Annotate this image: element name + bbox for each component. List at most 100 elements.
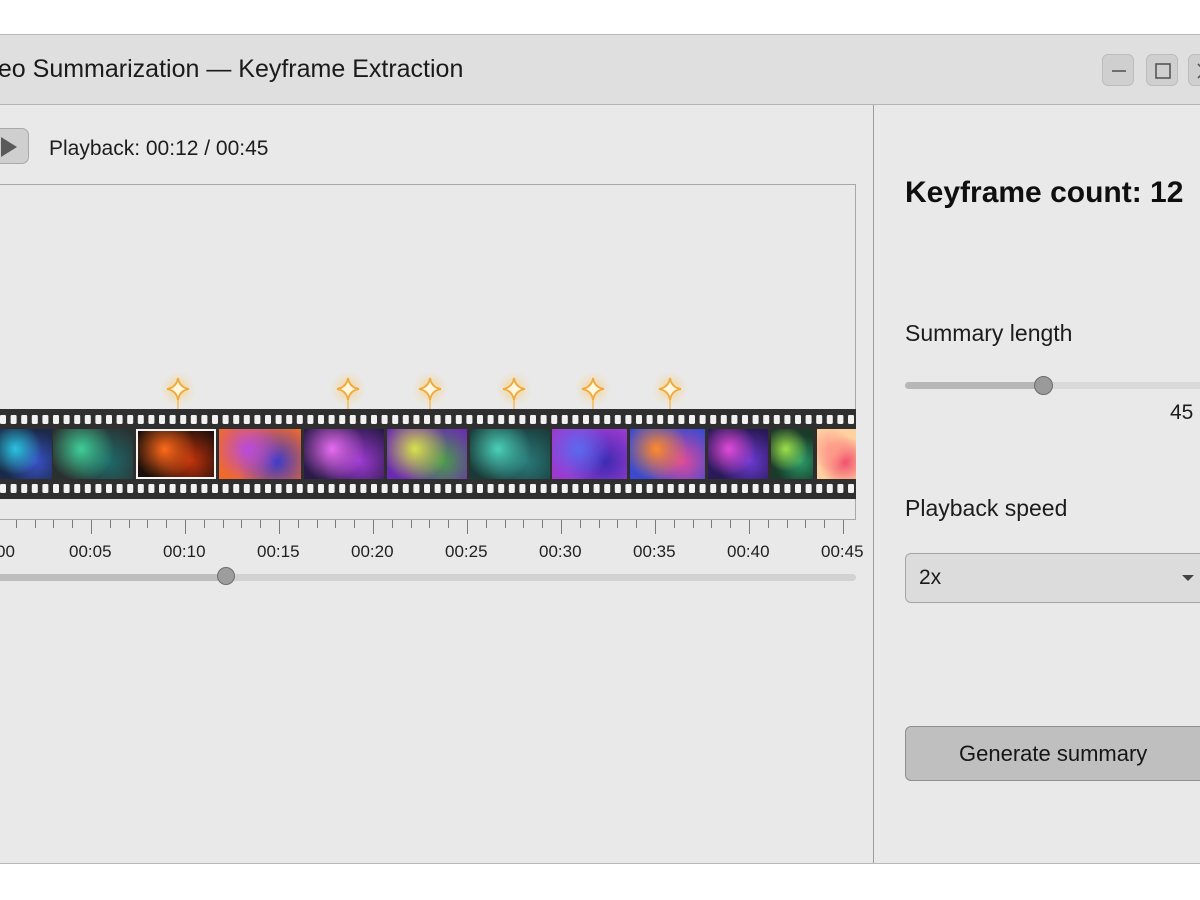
- film-perforation: [63, 415, 70, 424]
- timeline-tick-label: 00:45: [821, 542, 864, 561]
- pane-divider: [873, 105, 874, 863]
- film-perforation: [561, 484, 568, 493]
- frame-thumbnail[interactable]: [552, 429, 627, 479]
- film-perforation: [328, 484, 335, 493]
- film-perforation: [614, 415, 621, 424]
- keyframe-marker[interactable]: [575, 371, 611, 410]
- frame-thumbnail[interactable]: [817, 429, 856, 479]
- timeline-tick: [786, 520, 788, 528]
- film-perforation: [689, 484, 695, 493]
- frame-thumbnail[interactable]: [219, 429, 301, 479]
- film-perforation: [95, 415, 102, 424]
- film-perforation: [180, 484, 187, 493]
- timeline-tick: [598, 520, 600, 528]
- film-perforation: [657, 415, 664, 424]
- film-perforation: [434, 415, 441, 424]
- timeline-tick: [749, 520, 750, 534]
- keyframe-marker[interactable]: [160, 371, 196, 410]
- film-perforations-bottom: [0, 484, 854, 493]
- timeline-tick: [109, 520, 111, 528]
- film-perforation: [233, 415, 240, 424]
- summary-length-label: Summary length: [905, 320, 1073, 346]
- frame-thumbnail[interactable]: [53, 429, 133, 479]
- film-perforation: [106, 484, 112, 493]
- film-perforation: [487, 484, 494, 493]
- film-perforation: [116, 415, 123, 424]
- summary-length-handle[interactable]: [1033, 376, 1053, 395]
- timeline-tick-label: 00: [0, 542, 15, 561]
- film-perforation: [296, 415, 303, 424]
- film-perforation: [445, 484, 452, 493]
- film-perforation: [169, 484, 176, 493]
- film-perforation: [477, 484, 483, 493]
- timeline-tick: [485, 520, 487, 528]
- timeline-tick: [222, 520, 224, 528]
- film-perforation: [392, 484, 399, 493]
- film-perforation: [392, 415, 399, 424]
- film-perforation: [763, 484, 770, 493]
- keyframe-marker[interactable]: [652, 371, 688, 410]
- timeline-tick: [316, 520, 318, 528]
- timeline-tick: [260, 520, 262, 528]
- close-button[interactable]: [1188, 54, 1200, 86]
- film-perforation: [434, 484, 441, 493]
- frame-thumbnail[interactable]: [387, 429, 467, 479]
- film-perforation: [53, 484, 59, 493]
- film-perforation: [784, 415, 791, 424]
- film-perforation: [424, 415, 430, 424]
- frame-thumbnail[interactable]: [0, 429, 52, 479]
- film-strip[interactable]: [0, 409, 856, 499]
- film-perforation: [795, 484, 801, 493]
- summary-length-value: 45: [1170, 401, 1194, 424]
- film-perforation: [137, 415, 144, 424]
- film-perforation: [53, 415, 59, 424]
- film-perforation: [773, 415, 780, 424]
- film-perforation: [667, 415, 674, 424]
- frame-thumbnail[interactable]: [470, 429, 550, 479]
- film-perforation: [752, 484, 759, 493]
- film-perforation: [731, 484, 738, 493]
- play-icon: [1, 137, 17, 157]
- film-perforation: [519, 415, 526, 424]
- film-perforation: [593, 415, 600, 424]
- frame-thumbnail[interactable]: [771, 429, 813, 479]
- play-button[interactable]: [0, 128, 29, 164]
- timeline-tick-label: 00:10: [163, 542, 206, 561]
- film-perforation: [0, 484, 6, 493]
- keyframe-marker[interactable]: [330, 371, 366, 410]
- frame-thumbnail[interactable]: [708, 429, 768, 479]
- timeline-tick: [91, 520, 92, 534]
- generate-summary-button[interactable]: Generate summary: [905, 726, 1200, 781]
- maximize-icon: [1155, 63, 1171, 79]
- timeline-tick: [128, 520, 130, 528]
- timeline-tick: [391, 520, 393, 528]
- film-perforation: [455, 484, 462, 493]
- keyframe-marker[interactable]: [412, 371, 448, 410]
- timeline-tick-label: 00:30: [539, 542, 582, 561]
- film-perforation: [848, 415, 854, 424]
- film-perforation: [243, 484, 250, 493]
- timeline-tick: [297, 520, 299, 528]
- frame-thumbnail[interactable]: [630, 429, 705, 479]
- playback-speed-select[interactable]: 2x: [905, 553, 1200, 603]
- timeline-tick-label: 00:20: [351, 542, 394, 561]
- film-perforation: [0, 415, 6, 424]
- frame-thumbnail[interactable]: [304, 429, 384, 479]
- film-perforation: [646, 484, 653, 493]
- scrub-bar[interactable]: [0, 574, 856, 581]
- frame-thumbnail[interactable]: [136, 429, 216, 479]
- scrub-handle[interactable]: [216, 567, 235, 585]
- film-perforation: [371, 484, 377, 493]
- keyframe-marker[interactable]: [496, 371, 532, 410]
- film-perforation: [837, 484, 844, 493]
- film-perforation: [275, 415, 282, 424]
- film-perforation: [816, 484, 823, 493]
- minimize-button[interactable]: [1102, 54, 1134, 86]
- sparkle-icon: [502, 377, 526, 401]
- maximize-button[interactable]: [1146, 54, 1178, 86]
- timeline-tick: [279, 520, 280, 534]
- film-perforation: [31, 484, 38, 493]
- film-perforation: [106, 415, 112, 424]
- film-perforation: [42, 484, 49, 493]
- film-perforation: [720, 484, 727, 493]
